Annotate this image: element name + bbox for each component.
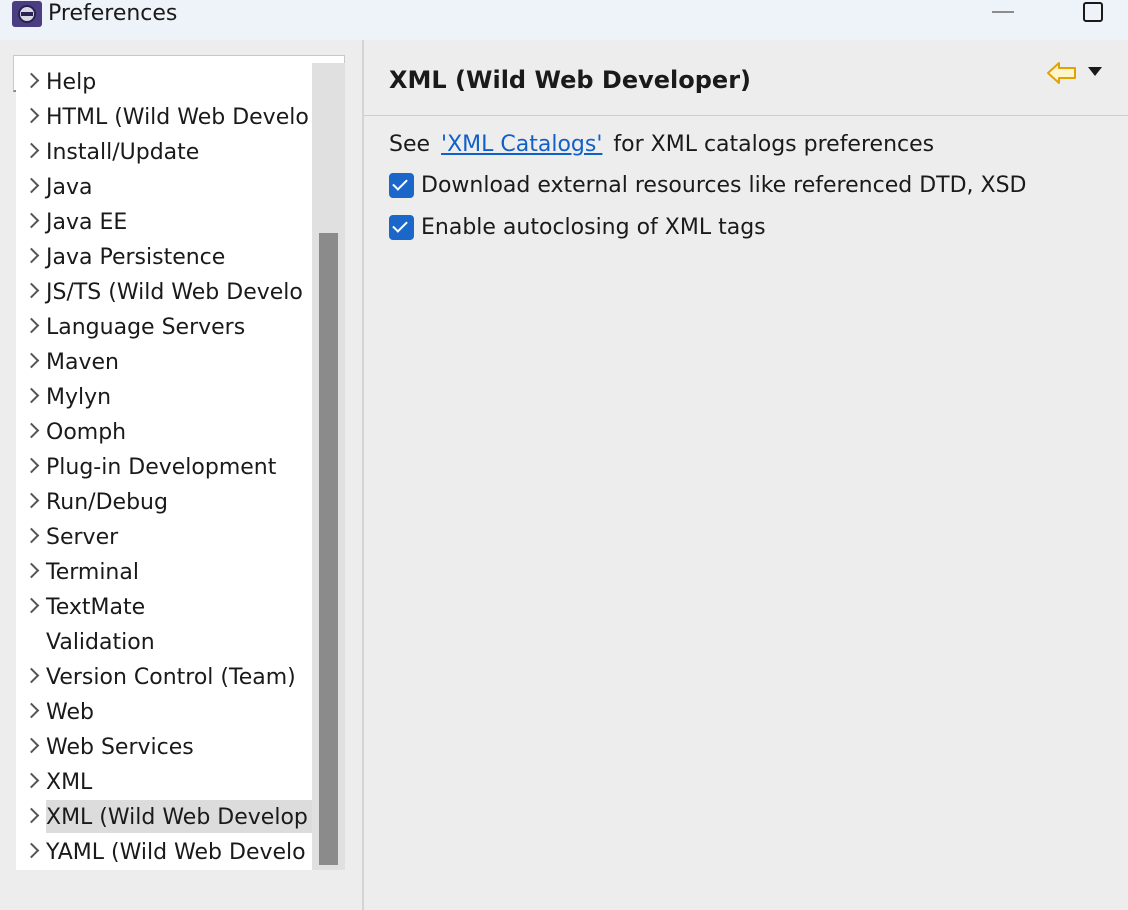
back-arrow-icon[interactable] <box>1046 60 1078 86</box>
tree-item-label: Server <box>46 525 119 550</box>
chevron-right-icon[interactable] <box>23 702 40 719</box>
tree-item[interactable]: Oomph <box>16 415 312 448</box>
eclipse-app-icon <box>12 1 42 27</box>
tree-item[interactable]: JS/TS (Wild Web Develo <box>16 275 312 308</box>
chevron-right-icon[interactable] <box>23 177 40 194</box>
tree-item[interactable]: Terminal <box>16 555 312 588</box>
download-external-resources-label: Download external resources like referen… <box>421 173 1027 198</box>
enable-autoclosing-label: Enable autoclosing of XML tags <box>421 215 766 240</box>
tree-item-label: YAML (Wild Web Develo <box>46 840 306 865</box>
chevron-right-icon[interactable] <box>23 317 40 334</box>
tree-item[interactable]: Language Servers <box>16 310 312 343</box>
chevron-right-icon[interactable] <box>23 457 40 474</box>
tree-item[interactable]: XML (Wild Web Develop <box>16 800 312 833</box>
tree-item[interactable]: Java Persistence <box>16 240 312 273</box>
tree-item-label: TextMate <box>46 595 146 620</box>
tree-item-label: Terminal <box>46 560 139 585</box>
header-separator <box>364 115 1128 116</box>
chevron-right-icon[interactable] <box>23 772 40 789</box>
tree-item[interactable]: Web Services <box>16 730 312 763</box>
tree-item-label: Run/Debug <box>46 490 168 515</box>
right-panel: XML (Wild Web Developer) See 'XML Catalo… <box>364 40 1128 910</box>
xml-catalogs-link[interactable]: 'XML Catalogs' <box>441 132 602 157</box>
chevron-right-icon[interactable] <box>23 352 40 369</box>
tree-item-label: Java Persistence <box>46 245 226 270</box>
minimize-button[interactable] <box>990 2 1016 22</box>
tree-item-label: Web Services <box>46 735 194 760</box>
chevron-right-icon[interactable] <box>23 72 40 89</box>
tree-item[interactable]: Help <box>16 65 312 98</box>
tree-item-label: Mylyn <box>46 385 112 410</box>
window-title: Preferences <box>48 1 178 26</box>
tree-item[interactable]: YAML (Wild Web Develo <box>16 835 312 868</box>
maximize-button[interactable] <box>1083 2 1103 22</box>
chevron-right-icon[interactable] <box>23 842 40 859</box>
tree-item-label: Version Control (Team) <box>46 665 296 690</box>
tree-item-label: Language Servers <box>46 315 246 340</box>
tree-item[interactable]: Validation <box>16 625 312 658</box>
chevron-right-icon[interactable] <box>23 807 40 824</box>
tree-item[interactable]: TextMate <box>16 590 312 623</box>
tree-item-label: Help <box>46 70 97 95</box>
page-title: XML (Wild Web Developer) <box>389 66 751 94</box>
download-external-resources-checkbox[interactable] <box>389 173 414 198</box>
tree-item[interactable]: Web <box>16 695 312 728</box>
tree-item-label: Java <box>46 175 93 200</box>
preferences-tree: Help HTML (Wild Web Develo Install/Update J… <box>16 63 312 870</box>
chevron-right-icon[interactable] <box>23 737 40 754</box>
catalog-info-line: See 'XML Catalogs' for XML catalogs pref… <box>389 130 934 160</box>
catalog-prefix-text: See <box>389 132 431 157</box>
chevron-right-icon[interactable] <box>23 667 40 684</box>
tree-item-label: Plug-in Development <box>46 455 277 480</box>
chevron-right-icon[interactable] <box>23 527 40 544</box>
tree-item[interactable]: XML <box>16 765 312 798</box>
tree-item-label: Java EE <box>46 210 128 235</box>
tree-item-label: Validation <box>46 630 155 655</box>
tree-item[interactable]: HTML (Wild Web Develo <box>16 100 312 133</box>
tree-item[interactable]: Plug-in Development <box>16 450 312 483</box>
tree-item[interactable]: Run/Debug <box>16 485 312 518</box>
title-bar: Preferences <box>0 0 1128 40</box>
chevron-right-icon[interactable] <box>23 387 40 404</box>
tree-item[interactable]: Server <box>16 520 312 553</box>
chevron-right-icon[interactable] <box>23 107 40 124</box>
tree-item[interactable]: Mylyn <box>16 380 312 413</box>
tree-item[interactable]: Maven <box>16 345 312 378</box>
chevron-right-icon[interactable] <box>23 562 40 579</box>
chevron-right-icon[interactable] <box>23 212 40 229</box>
tree-item[interactable]: Version Control (Team) <box>16 660 312 693</box>
enable-autoclosing-checkbox[interactable] <box>389 215 414 240</box>
tree-item-label: Install/Update <box>46 140 200 165</box>
chevron-right-icon[interactable] <box>23 247 40 264</box>
tree-item-label: XML <box>46 770 93 795</box>
tree-item-label: Maven <box>46 350 119 375</box>
tree-item-label: XML (Wild Web Develop <box>46 800 312 833</box>
chevron-right-icon[interactable] <box>23 422 40 439</box>
tree-item-label: HTML (Wild Web Develo <box>46 105 309 130</box>
catalog-suffix-text: for XML catalogs preferences <box>613 132 935 157</box>
tree-item[interactable]: Java <box>16 170 312 203</box>
view-menu-dropdown-icon[interactable] <box>1088 67 1102 76</box>
tree-item-label: JS/TS (Wild Web Develo <box>46 280 303 305</box>
tree-item-label: Web <box>46 700 94 725</box>
tree-item[interactable]: Install/Update <box>16 135 312 168</box>
chevron-right-icon[interactable] <box>23 142 40 159</box>
chevron-right-icon[interactable] <box>23 597 40 614</box>
chevron-right-icon[interactable] <box>23 492 40 509</box>
chevron-right-icon[interactable] <box>23 282 40 299</box>
tree-item-label: Oomph <box>46 420 127 445</box>
tree-item[interactable]: Java EE <box>16 205 312 238</box>
tree-scrollbar-thumb[interactable] <box>319 233 338 865</box>
